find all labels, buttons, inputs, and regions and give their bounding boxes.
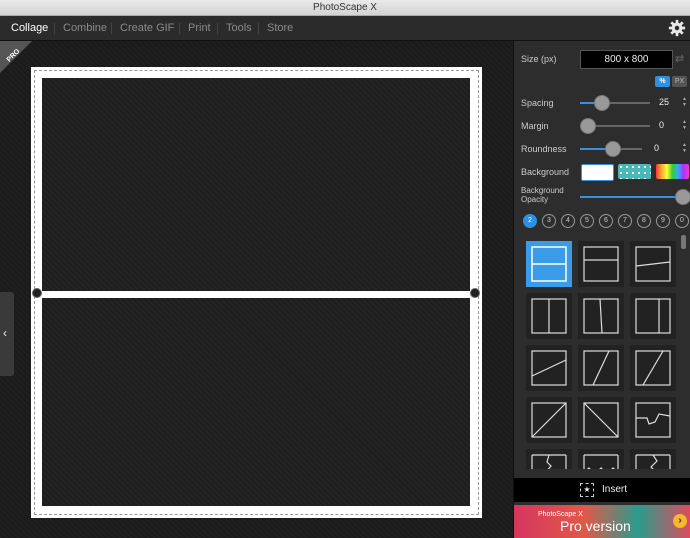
layout-horizontal-split[interactable]: [526, 241, 572, 287]
spacing-stepper[interactable]: ▲ ▼: [681, 96, 688, 108]
link-icon[interactable]: ⇄: [675, 52, 684, 65]
cell-count-7[interactable]: 7: [618, 214, 632, 228]
bg-opacity-slider-track[interactable]: [580, 196, 680, 198]
window-title: PhotoScape X: [313, 2, 377, 13]
layout-diagonal-corner[interactable]: [526, 397, 572, 443]
roundness-value[interactable]: 0: [654, 143, 659, 153]
unit-px-toggle[interactable]: PX: [672, 76, 687, 87]
layout-diagonal-reverse[interactable]: [630, 345, 676, 391]
gear-icon[interactable]: [668, 19, 686, 37]
cell-count-3[interactable]: 3: [542, 214, 556, 228]
layout-wave-vertical[interactable]: [526, 449, 572, 469]
margin-slider-thumb[interactable]: [580, 118, 596, 134]
pro-banner-title: Pro version: [560, 518, 631, 534]
layout-vertical-split-tilted[interactable]: [578, 293, 624, 339]
layout-horizontal-split-high[interactable]: [578, 241, 624, 287]
menu-collage[interactable]: Collage: [11, 16, 48, 40]
margin-label: Margin: [521, 121, 549, 131]
menu-combine[interactable]: Combine: [63, 16, 107, 40]
collage-canvas-area: PRO ‹: [0, 41, 513, 538]
menu-tools[interactable]: Tools: [226, 16, 252, 40]
collapse-left-handle[interactable]: ‹: [0, 292, 14, 376]
menu-create-gif[interactable]: Create GIF: [120, 16, 174, 40]
roundness-slider-thumb[interactable]: [605, 141, 621, 157]
split-handle-left[interactable]: [32, 288, 42, 298]
window-title-bar: PhotoScape X: [0, 0, 690, 16]
layout-vertical-split-right[interactable]: [630, 293, 676, 339]
size-input[interactable]: 800 x 800: [580, 50, 673, 69]
menu-store[interactable]: Store: [267, 16, 293, 40]
layout-vertical-split[interactable]: [526, 293, 572, 339]
layout-diagonal-shallow[interactable]: [526, 345, 572, 391]
background-pattern-swatch[interactable]: [618, 164, 651, 179]
pro-banner-app-name: PhotoScape X: [538, 511, 583, 518]
cell-count-10[interactable]: 0: [675, 214, 689, 228]
background-label: Background: [521, 167, 570, 177]
collage-cell-bottom[interactable]: [42, 298, 470, 506]
menu-print[interactable]: Print: [188, 16, 211, 40]
collage-settings-panel: Size (px) 800 x 800 ⇄ % PX Spacing 25 ▲ ▼…: [513, 41, 690, 538]
layout-grid: [522, 236, 683, 469]
background-color-swatch[interactable]: [581, 164, 614, 181]
bg-opacity-slider-thumb[interactable]: [675, 189, 690, 205]
cell-count-4[interactable]: 4: [561, 214, 575, 228]
spacing-value[interactable]: 25: [659, 97, 669, 107]
unit-percent-toggle[interactable]: %: [655, 76, 670, 87]
insert-button[interactable]: ★ Insert: [514, 478, 690, 502]
roundness-label: Roundness: [521, 144, 567, 154]
layout-horizontal-split-tilted[interactable]: [630, 241, 676, 287]
background-gradient-swatch[interactable]: [656, 164, 689, 179]
collage-frame[interactable]: [31, 67, 482, 518]
insert-label: Insert: [602, 484, 628, 495]
roundness-stepper[interactable]: ▲ ▼: [681, 142, 688, 154]
pro-badge[interactable]: PRO: [0, 41, 32, 73]
spacing-slider-thumb[interactable]: [594, 95, 610, 111]
collage-cell-top[interactable]: [42, 78, 470, 291]
cell-count-9[interactable]: 9: [656, 214, 670, 228]
chevron-left-icon: ‹: [3, 326, 7, 340]
layout-wave-horizontal[interactable]: [630, 397, 676, 443]
layout-zigzag-horizontal[interactable]: [578, 449, 624, 469]
layout-zigzag-vertical[interactable]: [630, 449, 676, 469]
layout-diagonal-steep[interactable]: [578, 345, 624, 391]
margin-stepper[interactable]: ▲ ▼: [681, 119, 688, 131]
star-frame-icon: ★: [580, 483, 594, 497]
layout-diagonal-corner-reverse[interactable]: [578, 397, 624, 443]
main-menu-bar: Collage Combine Create GIF Print Tools S…: [0, 16, 690, 41]
cell-count-8[interactable]: 8: [637, 214, 651, 228]
cell-count-6[interactable]: 6: [599, 214, 613, 228]
split-handle-right[interactable]: [470, 288, 480, 298]
chevron-right-icon[interactable]: ›: [673, 514, 687, 528]
background-opacity-label: Background Opacity: [521, 186, 564, 204]
layout-scrollbar[interactable]: [681, 235, 686, 249]
spacing-label: Spacing: [521, 98, 554, 108]
size-label: Size (px): [521, 54, 557, 64]
pro-version-banner[interactable]: PhotoScape X Pro version ›: [514, 505, 690, 538]
cell-count-5[interactable]: 5: [580, 214, 594, 228]
cell-count-2[interactable]: 2: [523, 214, 537, 228]
margin-value[interactable]: 0: [659, 120, 664, 130]
